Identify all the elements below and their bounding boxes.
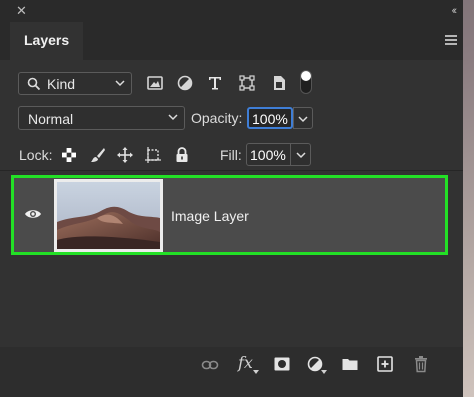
fill-label: Fill:: [220, 147, 242, 163]
chevron-down-icon: [296, 152, 306, 159]
add-mask-icon[interactable]: [273, 355, 291, 373]
tab-layers[interactable]: Layers: [10, 22, 83, 60]
chevron-down-icon: [298, 116, 308, 123]
opacity-label: Opacity:: [191, 110, 243, 126]
panel-title-bar: ✕ ‹‹: [0, 0, 463, 22]
pixel-layer-filter-icon[interactable]: [146, 74, 164, 92]
layer-name[interactable]: Image Layer: [171, 208, 249, 224]
chevron-down-icon: [115, 80, 125, 87]
layer-thumbnail[interactable]: [54, 179, 163, 252]
link-layers-icon[interactable]: [201, 356, 219, 374]
dropdown-indicator: [321, 370, 327, 374]
filter-kind-select[interactable]: Kind: [18, 72, 132, 95]
opacity-dropdown-button[interactable]: [293, 107, 313, 129]
close-icon[interactable]: ✕: [16, 4, 28, 17]
desert-dunes-image: [57, 182, 160, 249]
collapse-panel-icon[interactable]: ‹‹: [452, 5, 458, 17]
new-layer-icon[interactable]: [376, 355, 394, 373]
visibility-eye-icon[interactable]: [24, 208, 42, 220]
shape-layer-filter-icon[interactable]: [238, 74, 256, 92]
lock-all-icon[interactable]: [173, 146, 191, 164]
filter-toggle-knob: [301, 71, 311, 81]
panel-menu-icon[interactable]: [445, 35, 457, 45]
divider: [0, 170, 463, 171]
fx-layer-style-icon[interactable]: fx: [238, 353, 253, 372]
delete-layer-icon[interactable]: [412, 355, 430, 373]
lock-position-icon[interactable]: [116, 146, 134, 164]
blend-mode-select[interactable]: Normal: [18, 106, 185, 130]
chevron-down-icon: [168, 114, 178, 121]
lock-transparent-pixels-icon[interactable]: [60, 146, 78, 164]
filter-kind-label: Kind: [47, 76, 76, 92]
adjustment-layer-filter-icon[interactable]: [176, 74, 194, 92]
blend-mode-value: Normal: [28, 111, 74, 127]
panel-tab-bar: Layers: [0, 22, 463, 60]
lock-image-pixels-icon[interactable]: [89, 146, 107, 164]
opacity-input[interactable]: 100%: [247, 107, 293, 129]
new-group-icon[interactable]: [341, 355, 359, 373]
layers-panel: ✕ ‹‹ Layers Kind Normal Opacity: 100% Lo…: [0, 0, 463, 397]
lock-label: Lock:: [19, 147, 53, 163]
fill-input[interactable]: 100%: [246, 143, 291, 166]
fill-dropdown-button[interactable]: [290, 143, 311, 166]
dropdown-indicator: [253, 370, 259, 374]
lock-artboard-icon[interactable]: [144, 146, 162, 164]
search-icon: [27, 77, 41, 91]
type-layer-filter-icon[interactable]: [206, 74, 224, 92]
filter-toggle[interactable]: [300, 70, 312, 94]
smart-object-filter-icon[interactable]: [270, 74, 288, 92]
